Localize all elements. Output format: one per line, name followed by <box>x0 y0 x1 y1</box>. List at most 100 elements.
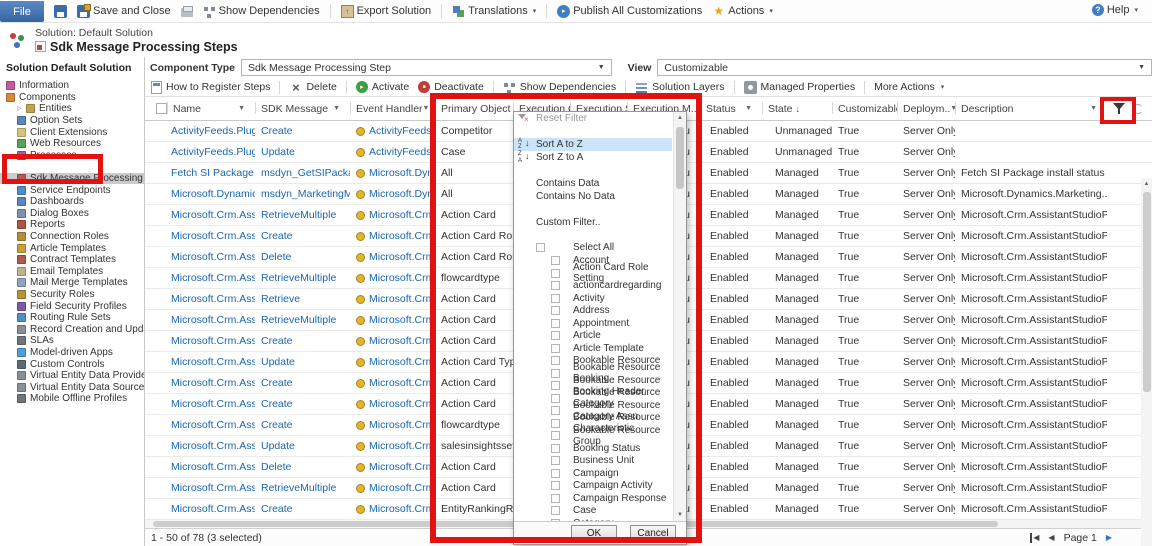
filter-command-custom-filter[interactable]: Custom Filter.. <box>514 216 672 230</box>
grid-toolbar-show-dependencies-button[interactable]: Show Dependencies <box>503 81 616 94</box>
cell-sdk-message[interactable]: Retrieve <box>255 289 350 309</box>
cell-sdk-message[interactable]: Create <box>255 373 350 393</box>
cell-name[interactable]: Microsoft.Crm.Assista... <box>167 394 255 414</box>
cell-sdk-message[interactable]: RetrieveMultiple <box>255 268 350 288</box>
column-header-name[interactable]: Name▼ <box>167 97 255 120</box>
cell-sdk-message[interactable]: Create <box>255 226 350 246</box>
cell-name[interactable]: Microsoft.Crm.Assista... <box>167 289 255 309</box>
filter-option-appointment[interactable]: Appointment <box>514 317 672 330</box>
component-type-select[interactable]: Sdk Message Processing Step ▼ <box>241 59 612 76</box>
toolbar-translations-button[interactable]: Translations ▾ <box>452 5 536 18</box>
sidebar-item-connection-roles[interactable]: Connection Roles <box>0 231 144 243</box>
column-header-state[interactable]: State↓ <box>762 97 832 120</box>
row-checkbox-cell[interactable] <box>145 247 167 267</box>
grid-toolbar-solution-layers-button[interactable]: Solution Layers <box>635 81 724 94</box>
cell-name[interactable]: Microsoft.Crm.Assista... <box>167 331 255 351</box>
column-header-deployment[interactable]: Deploym..▼ <box>897 97 955 120</box>
filter-option-article-template[interactable]: Article Template <box>514 342 672 355</box>
cell-sdk-message[interactable]: RetrieveMultiple <box>255 205 350 225</box>
checkbox[interactable] <box>551 394 560 403</box>
sidebar-item-sdk-message-processing-steps[interactable]: Sdk Message Processing Steps <box>0 173 144 185</box>
sidebar-item-option-sets[interactable]: Option Sets <box>0 115 144 127</box>
cell-event-handler[interactable]: Microsoft.Crm.Ass... <box>350 205 435 225</box>
cell-event-handler[interactable]: Microsoft.Dynami... <box>350 184 435 204</box>
filter-select-all[interactable]: Select All <box>514 241 672 255</box>
select-all-checkbox[interactable] <box>156 103 167 114</box>
sidebar-item-field-security-profiles[interactable]: Field Security Profiles <box>0 300 144 312</box>
checkbox[interactable] <box>551 294 560 303</box>
filter-option-case[interactable]: Case <box>514 505 672 518</box>
cell-sdk-message[interactable]: Create <box>255 394 350 414</box>
checkbox[interactable] <box>551 419 560 428</box>
filter-option-address[interactable]: Address <box>514 305 672 318</box>
cell-event-handler[interactable]: Microsoft.Crm.Ass... <box>350 478 435 498</box>
row-checkbox-cell[interactable] <box>145 373 167 393</box>
cell-name[interactable]: Microsoft.Crm.Assista... <box>167 247 255 267</box>
ok-button[interactable]: OK <box>571 525 617 542</box>
sidebar-item-web-resources[interactable]: Web Resources <box>0 138 144 150</box>
filter-command-contains-no-data[interactable]: Contains No Data <box>514 190 672 204</box>
toolbar-show-dependencies-button[interactable]: Show Dependencies <box>203 5 320 18</box>
checkbox[interactable] <box>551 269 560 278</box>
row-checkbox-cell[interactable] <box>145 478 167 498</box>
cell-event-handler[interactable]: Microsoft.Crm.Ass... <box>350 373 435 393</box>
filter-command-contains-data[interactable]: Contains Data <box>514 177 672 191</box>
checkbox[interactable] <box>551 344 560 353</box>
sidebar-item-client-extensions[interactable]: Client Extensions <box>0 126 144 138</box>
checkbox[interactable] <box>551 256 560 265</box>
cell-sdk-message[interactable]: RetrieveMultiple <box>255 478 350 498</box>
sidebar-item-entities[interactable]: ▷ Entities <box>0 103 144 115</box>
cell-event-handler[interactable]: Microsoft.Crm.Ass... <box>350 226 435 246</box>
scroll-down-icon[interactable]: ▼ <box>674 509 686 521</box>
sidebar-item-slas[interactable]: SLAs <box>0 335 144 347</box>
cell-event-handler[interactable]: Microsoft.Crm.Ass... <box>350 247 435 267</box>
cell-name[interactable]: Microsoft.Crm.Assista... <box>167 478 255 498</box>
cancel-button[interactable]: Cancel <box>630 525 676 542</box>
vertical-scrollbar[interactable]: ▲ ▼ <box>1141 178 1152 546</box>
cell-event-handler[interactable]: Microsoft.Crm.Ass... <box>350 415 435 435</box>
sidebar-item-record-creation-and-update-rules[interactable]: Record Creation and Update Rules <box>0 323 144 335</box>
row-checkbox-cell[interactable] <box>145 415 167 435</box>
checkbox[interactable] <box>551 281 560 290</box>
cell-name[interactable]: Microsoft.Crm.Assista... <box>167 415 255 435</box>
cell-event-handler[interactable]: Microsoft.Crm.Ass... <box>350 331 435 351</box>
cell-name[interactable]: Fetch SI Package instal... <box>167 163 255 183</box>
checkbox[interactable] <box>551 369 560 378</box>
chevron-down-icon[interactable]: ▼ <box>423 105 430 112</box>
refresh-icon[interactable] <box>1133 104 1143 114</box>
cell-sdk-message[interactable]: msdyn_MarketingMet... <box>255 184 350 204</box>
cell-sdk-message[interactable]: Create <box>255 415 350 435</box>
cell-name[interactable]: ActivityFeeds.Plugins... <box>167 142 255 162</box>
sidebar-item-contract-templates[interactable]: Contract Templates <box>0 254 144 266</box>
sidebar-item-custom-controls[interactable]: Custom Controls <box>0 358 144 370</box>
scroll-up-icon[interactable]: ▲ <box>674 112 686 124</box>
cell-name[interactable]: Microsoft.Dynamics.M... <box>167 184 255 204</box>
sidebar-item-service-endpoints[interactable]: Service Endpoints <box>0 184 144 196</box>
cell-name[interactable]: Microsoft.Crm.Assista... <box>167 436 255 456</box>
cell-sdk-message[interactable]: Delete <box>255 247 350 267</box>
dropdown-scrollbar[interactable]: ▲ ▼ <box>673 112 686 521</box>
select-all-checkbox[interactable] <box>536 243 545 252</box>
checkbox[interactable] <box>551 356 560 365</box>
scrollbar-thumb[interactable] <box>1143 192 1151 392</box>
first-page-icon[interactable]: ◀ <box>1030 533 1039 543</box>
cell-event-handler[interactable]: ActivityFeeds.Plug... <box>350 121 435 141</box>
cell-event-handler[interactable]: Microsoft.Crm.Ass... <box>350 436 435 456</box>
file-tab[interactable]: File <box>0 1 44 22</box>
row-checkbox-cell[interactable] <box>145 289 167 309</box>
row-checkbox-cell[interactable] <box>145 268 167 288</box>
row-checkbox-cell[interactable] <box>145 184 167 204</box>
cell-sdk-message[interactable]: Update <box>255 436 350 456</box>
cell-sdk-message[interactable]: msdyn_GetSIPackageS... <box>255 163 350 183</box>
cell-sdk-message[interactable]: Delete <box>255 457 350 477</box>
column-header-description[interactable]: Description▼ <box>955 97 1107 120</box>
chevron-down-icon[interactable]: ▼ <box>745 105 752 112</box>
cell-event-handler[interactable]: Microsoft.Crm.Ass... <box>350 499 435 519</box>
sidebar-item-mobile-offline-profiles[interactable]: Mobile Offline Profiles <box>0 393 144 405</box>
row-checkbox-cell[interactable] <box>145 331 167 351</box>
checkbox[interactable] <box>551 331 560 340</box>
checkbox[interactable] <box>551 406 560 415</box>
grid-toolbar-how-to-register-steps-button[interactable]: How to Register Steps <box>151 81 270 94</box>
row-checkbox-cell[interactable] <box>145 226 167 246</box>
sidebar-item-virtual-entity-data-sources[interactable]: Virtual Entity Data Sources <box>0 381 144 393</box>
